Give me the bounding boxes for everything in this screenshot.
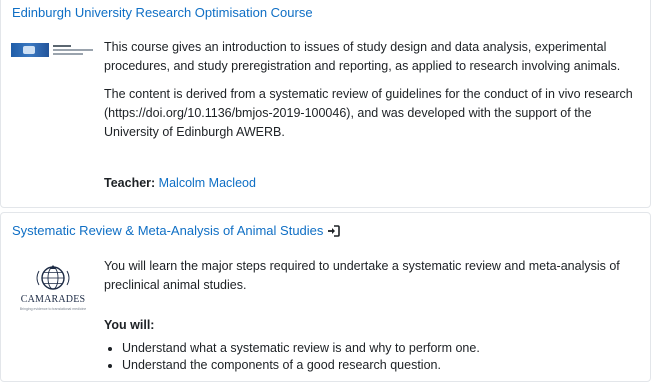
teacher-label: Teacher: [104, 176, 156, 190]
course-image-euroc[interactable] [11, 43, 97, 57]
globe-icon [36, 265, 70, 290]
list-item: Understand what a systematic review is a… [122, 340, 652, 357]
summary-paragraph: The content is derived from a systematic… [104, 87, 633, 139]
course-summary: You will learn the major steps required … [104, 257, 644, 304]
course-logo-text [49, 43, 97, 57]
camarades-tagline: Bringing evidence to translational medic… [19, 307, 87, 311]
list-item: Understand the components of a good rese… [122, 357, 652, 374]
course-logo-graphic [11, 43, 49, 57]
you-will-heading: You will: [104, 318, 155, 332]
learning-outcomes-list: Understand what a systematic review is a… [104, 340, 652, 374]
course-title-link[interactable]: Systematic Review & Meta-Analysis of Ani… [12, 223, 341, 240]
course-image-camarades[interactable]: CAMARADES Bringing evidence to translati… [12, 261, 94, 317]
course-title-text: Systematic Review & Meta-Analysis of Ani… [12, 223, 324, 238]
enter-icon [327, 225, 341, 240]
course-teacher: Teacher: Malcolm Macleod [104, 176, 256, 190]
course-title-link[interactable]: Edinburgh University Research Optimisati… [12, 5, 313, 20]
teacher-link[interactable]: Malcolm Macleod [159, 176, 256, 190]
summary-paragraph: This course gives an introduction to iss… [104, 40, 621, 73]
summary-paragraph: You will learn the major steps required … [104, 259, 620, 292]
camarades-wordmark: CAMARADES [20, 294, 86, 305]
course-summary: This course gives an introduction to iss… [104, 38, 644, 151]
